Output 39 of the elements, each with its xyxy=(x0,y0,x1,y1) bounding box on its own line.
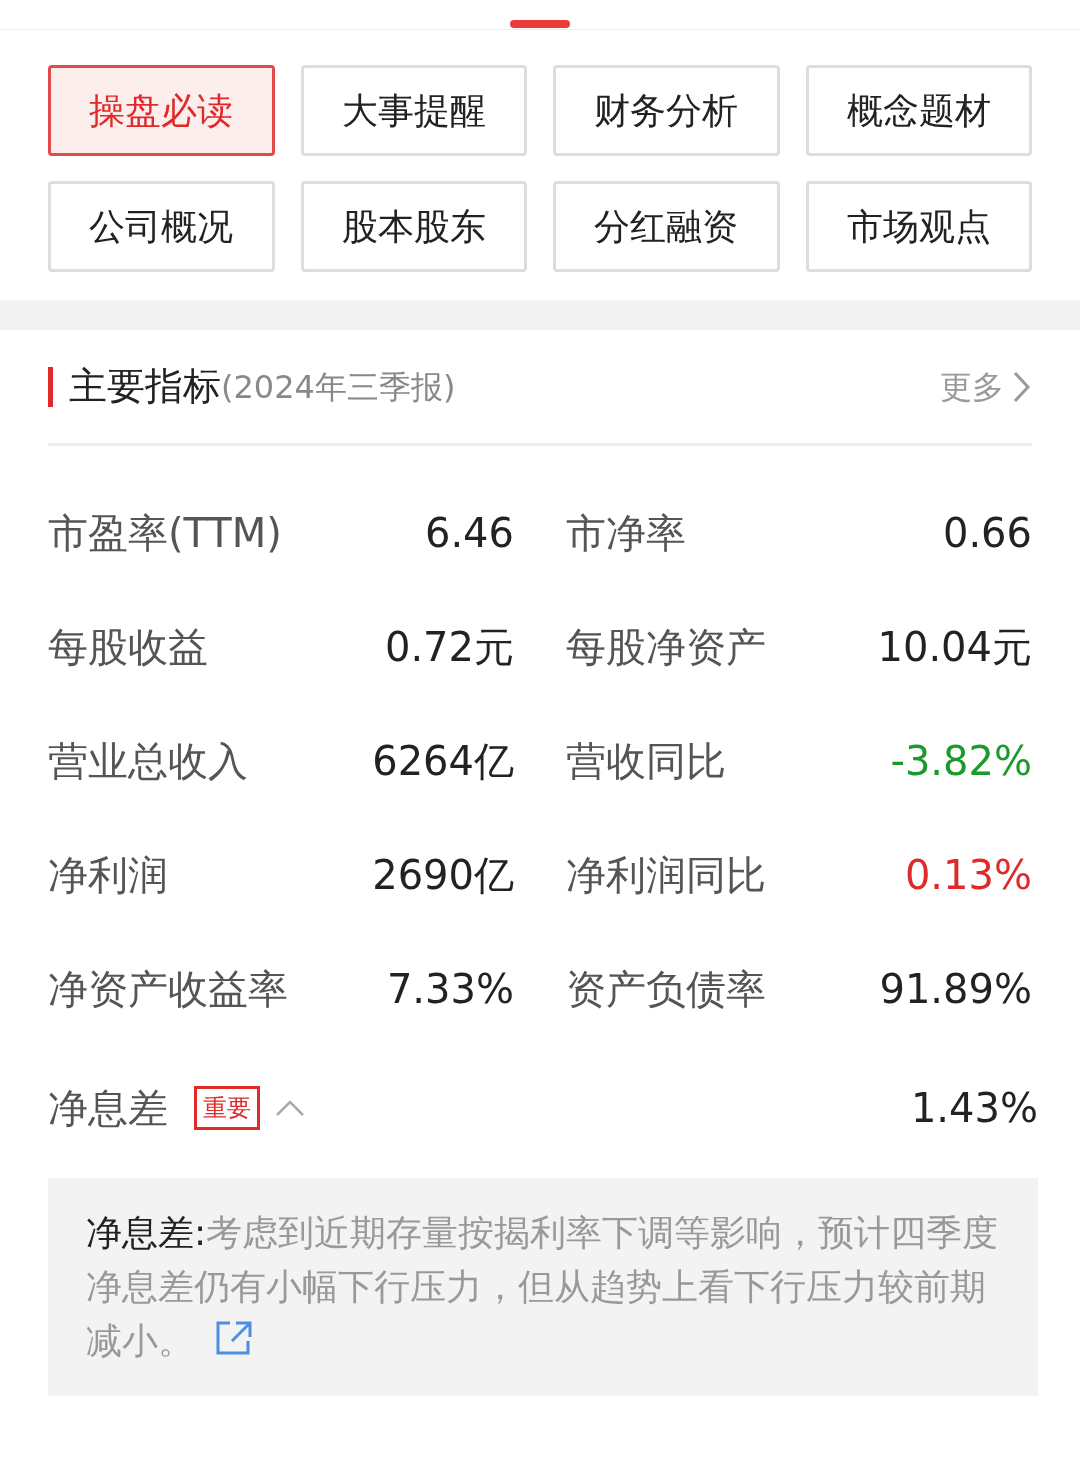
tab[interactable]: 大事提醒 xyxy=(300,65,527,156)
tab[interactable]: 财务分析 xyxy=(553,65,780,156)
tab[interactable]: 操盘必读 xyxy=(48,65,275,156)
metric-label: 净资产收益率 xyxy=(48,965,288,1014)
metric-label: 市净率 xyxy=(566,509,686,558)
external-link-icon[interactable] xyxy=(214,1319,254,1357)
metric-value: 6.46 xyxy=(424,509,514,558)
metric-label: 每股收益 xyxy=(48,623,208,672)
metric-value: 0.72元 xyxy=(384,623,514,672)
metric-value: 0.13% xyxy=(904,851,1032,900)
tab[interactable]: 概念题材 xyxy=(805,65,1032,156)
tab-indicator xyxy=(510,20,570,28)
metric-label: 净利润 xyxy=(48,851,168,900)
metric-label: 资产负债率 xyxy=(566,965,766,1014)
metric-label: 营收同比 xyxy=(566,737,726,786)
metric-label: 净利润同比 xyxy=(566,851,766,900)
metric-value: 10.04元 xyxy=(877,623,1032,672)
metric-value: 1.43% xyxy=(910,1084,1038,1133)
tab[interactable]: 公司概况 xyxy=(48,181,275,272)
section-marker xyxy=(48,366,53,407)
chevron-right-icon xyxy=(1012,369,1032,404)
metric-label: 每股净资产 xyxy=(566,623,766,672)
tab[interactable]: 分红融资 xyxy=(553,181,780,272)
metric-value: 2690亿 xyxy=(372,851,514,900)
important-badge: 重要 xyxy=(194,1086,260,1130)
metric-value: 6264亿 xyxy=(372,737,514,786)
section-subtitle: (2024年三季报) xyxy=(221,366,456,408)
note-text: 净息差:考虑到近期存量按揭利率下调等影响，预计四季度净息差仍有小幅下行压力，但从趋势上看下行压力较前期减小。 xyxy=(86,1211,1000,1363)
tab[interactable]: 市场观点 xyxy=(805,181,1032,272)
metric-value: -3.82% xyxy=(890,737,1032,786)
metric-value: 7.33% xyxy=(386,965,514,1014)
section-title: 主要指标 xyxy=(69,363,221,410)
metric-label: 市盈率(TTM) xyxy=(48,509,282,558)
tab[interactable]: 股本股东 xyxy=(300,181,527,272)
metric-value: 0.66 xyxy=(942,509,1032,558)
metric-value: 91.89% xyxy=(879,965,1032,1014)
metric-label: 营业总收入 xyxy=(48,737,248,786)
chevron-up-icon[interactable] xyxy=(274,1098,306,1118)
metric-label: 净息差 xyxy=(48,1084,168,1133)
